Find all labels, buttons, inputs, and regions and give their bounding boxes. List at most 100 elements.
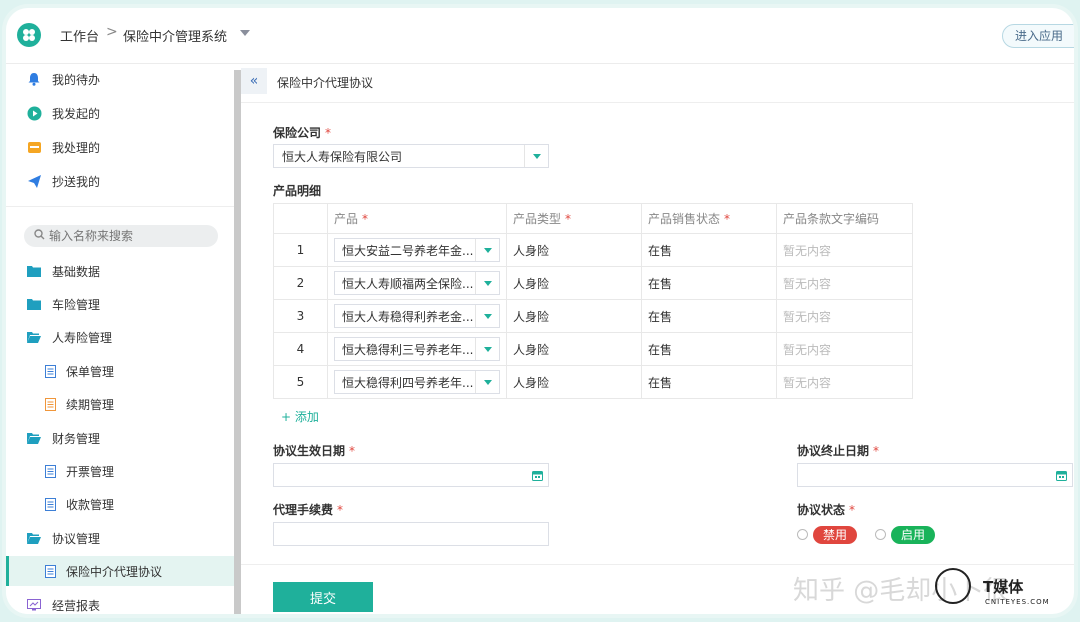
row-status: 在售 (641, 233, 777, 267)
product-detail-label: 产品明细 (273, 184, 322, 198)
sidebar-item-life-insurance[interactable]: 人寿险管理 (6, 322, 234, 352)
row-product: 恒大人寿稳得利养老金... (327, 299, 507, 333)
product-select[interactable]: 恒大稳得利四号养老年... (334, 370, 500, 394)
sidebar-scrollbar[interactable] (234, 70, 241, 614)
company-label: 保险公司 * (273, 126, 332, 140)
table-row: 5 恒大稳得利四号养老年... 人身险 在售 暂无内容 (273, 365, 913, 399)
search-input[interactable] (49, 229, 209, 243)
company-select-value: 恒大人寿保险有限公司 (282, 149, 403, 164)
send-icon (26, 173, 42, 189)
end-date-input[interactable] (797, 463, 1073, 487)
breadcrumb-workbench[interactable]: 工作台 (60, 26, 99, 45)
calendar-icon[interactable] (526, 464, 548, 486)
folder-icon (26, 263, 42, 279)
monitor-icon (26, 597, 42, 613)
chevron-down-icon[interactable] (475, 239, 499, 261)
row-product: 恒大人寿顺福两全保险... (327, 266, 507, 300)
calendar-icon[interactable] (1050, 464, 1072, 486)
start-date-input[interactable] (273, 463, 549, 487)
breadcrumb-separator: > (106, 24, 118, 40)
sidebar-divider (6, 206, 234, 207)
title-divider (241, 102, 1074, 103)
sidebar-search[interactable] (24, 225, 218, 247)
sidebar-item-invoice[interactable]: 开票管理 (6, 456, 234, 486)
chevron-down-icon[interactable] (240, 30, 250, 36)
table-header-row: 产品 * 产品类型 * 产品销售状态 * 产品条款文字编码 (273, 203, 913, 234)
sidebar-item-label: 人寿险管理 (52, 330, 113, 345)
status-disabled-radio[interactable] (797, 529, 808, 540)
sidebar-item-basic-data[interactable]: 基础数据 (6, 256, 234, 286)
sidebar-item-agency-agreement[interactable]: 保险中介代理协议 (6, 556, 234, 586)
sidebar-item-label: 我发起的 (52, 106, 101, 121)
product-select-value: 恒大安益二号养老年金... (342, 243, 474, 258)
row-index: 3 (273, 299, 328, 333)
table-row: 3 恒大人寿稳得利养老金... 人身险 在售 暂无内容 (273, 299, 913, 333)
document-icon (42, 363, 58, 379)
page-title: 保险中介代理协议 (277, 76, 374, 90)
status-label: 协议状态 * (797, 503, 856, 517)
app-logo-icon[interactable] (17, 23, 41, 47)
bell-icon (26, 71, 42, 87)
sidebar-item-finance[interactable]: 财务管理 (6, 423, 234, 453)
folder-open-icon (26, 530, 42, 546)
row-product: 恒大稳得利四号养老年... (327, 365, 507, 399)
chevron-down-icon[interactable] (475, 272, 499, 294)
row-product: 恒大安益二号养老年金... (327, 233, 507, 267)
enter-app-button[interactable]: 进入应用 (1002, 24, 1074, 48)
row-type: 人身险 (506, 299, 642, 333)
folder-icon (26, 296, 42, 312)
submit-button[interactable]: 提交 (273, 582, 373, 612)
sidebar-item-policy[interactable]: 保单管理 (6, 356, 234, 386)
row-status: 在售 (641, 365, 777, 399)
status-enabled-badge[interactable]: 启用 (891, 526, 935, 544)
sidebar-item-label: 基础数据 (52, 264, 101, 279)
sidebar-item-label: 续期管理 (66, 397, 115, 412)
collapse-sidebar-icon[interactable]: « (241, 68, 267, 94)
table-row: 2 恒大人寿顺福两全保险... 人身险 在售 暂无内容 (273, 266, 913, 300)
chevron-down-icon[interactable] (524, 145, 548, 167)
watermark-brand: T媒体 (983, 578, 1024, 596)
sidebar-item-report[interactable]: 经营报表 (6, 590, 234, 614)
product-table: 产品 * 产品类型 * 产品销售状态 * 产品条款文字编码 1 恒大安益二号养老年金.… (273, 203, 913, 399)
row-type: 人身险 (506, 233, 642, 267)
chevron-down-icon[interactable] (475, 371, 499, 393)
main-content: « 保险中介代理协议 保险公司 * 恒大人寿保险有限公司 产品明细 产品 * 产品类… (241, 64, 1074, 614)
sidebar-item-car-insurance[interactable]: 车险管理 (6, 289, 234, 319)
fee-input[interactable] (273, 522, 549, 546)
search-icon (34, 229, 45, 243)
sidebar-item-receipt[interactable]: 收款管理 (6, 489, 234, 519)
row-code: 暂无内容 (776, 233, 913, 267)
table-header-product: 产品 * (327, 203, 507, 234)
product-select[interactable]: 恒大稳得利三号养老年... (334, 337, 500, 361)
sidebar-item-label: 我处理的 (52, 140, 101, 155)
product-select-value: 恒大稳得利四号养老年... (342, 375, 474, 390)
sidebar-item-label: 协议管理 (52, 531, 101, 546)
status-enabled-radio[interactable] (875, 529, 886, 540)
status-disabled-badge[interactable]: 禁用 (813, 526, 857, 544)
table-header-index (273, 203, 328, 234)
product-select[interactable]: 恒大安益二号养老年金... (334, 238, 500, 262)
sidebar-item-label: 车险管理 (52, 297, 101, 312)
product-select[interactable]: 恒大人寿稳得利养老金... (334, 304, 500, 328)
breadcrumb-system[interactable]: 保险中介管理系统 (123, 26, 227, 45)
sidebar-item-my-todo[interactable]: 我的待办 (6, 64, 234, 94)
row-status: 在售 (641, 266, 777, 300)
sidebar-item-label: 抄送我的 (52, 174, 101, 189)
sidebar-item-processed[interactable]: 我处理的 (6, 132, 234, 162)
sidebar-item-agreement[interactable]: 协议管理 (6, 523, 234, 553)
app-window: 工作台 > 保险中介管理系统 进入应用 我的待办 我发起的 我处理的 抄送我的 … (6, 8, 1074, 614)
sidebar-item-renewal[interactable]: 续期管理 (6, 389, 234, 419)
sidebar-item-cc[interactable]: 抄送我的 (6, 166, 234, 196)
sidebar-item-label: 保单管理 (66, 364, 115, 379)
add-row-button[interactable]: + 添加 (281, 408, 319, 425)
chevron-down-icon[interactable] (475, 305, 499, 327)
sidebar-item-label: 经营报表 (52, 598, 101, 613)
row-product: 恒大稳得利三号养老年... (327, 332, 507, 366)
sidebar-item-initiated[interactable]: 我发起的 (6, 98, 234, 128)
company-select[interactable]: 恒大人寿保险有限公司 (273, 144, 549, 168)
table-row: 1 恒大安益二号养老年金... 人身险 在售 暂无内容 (273, 233, 913, 267)
document-icon (42, 496, 58, 512)
chevron-down-icon[interactable] (475, 338, 499, 360)
product-select[interactable]: 恒大人寿顺福两全保险... (334, 271, 500, 295)
sidebar-item-label: 财务管理 (52, 431, 101, 446)
